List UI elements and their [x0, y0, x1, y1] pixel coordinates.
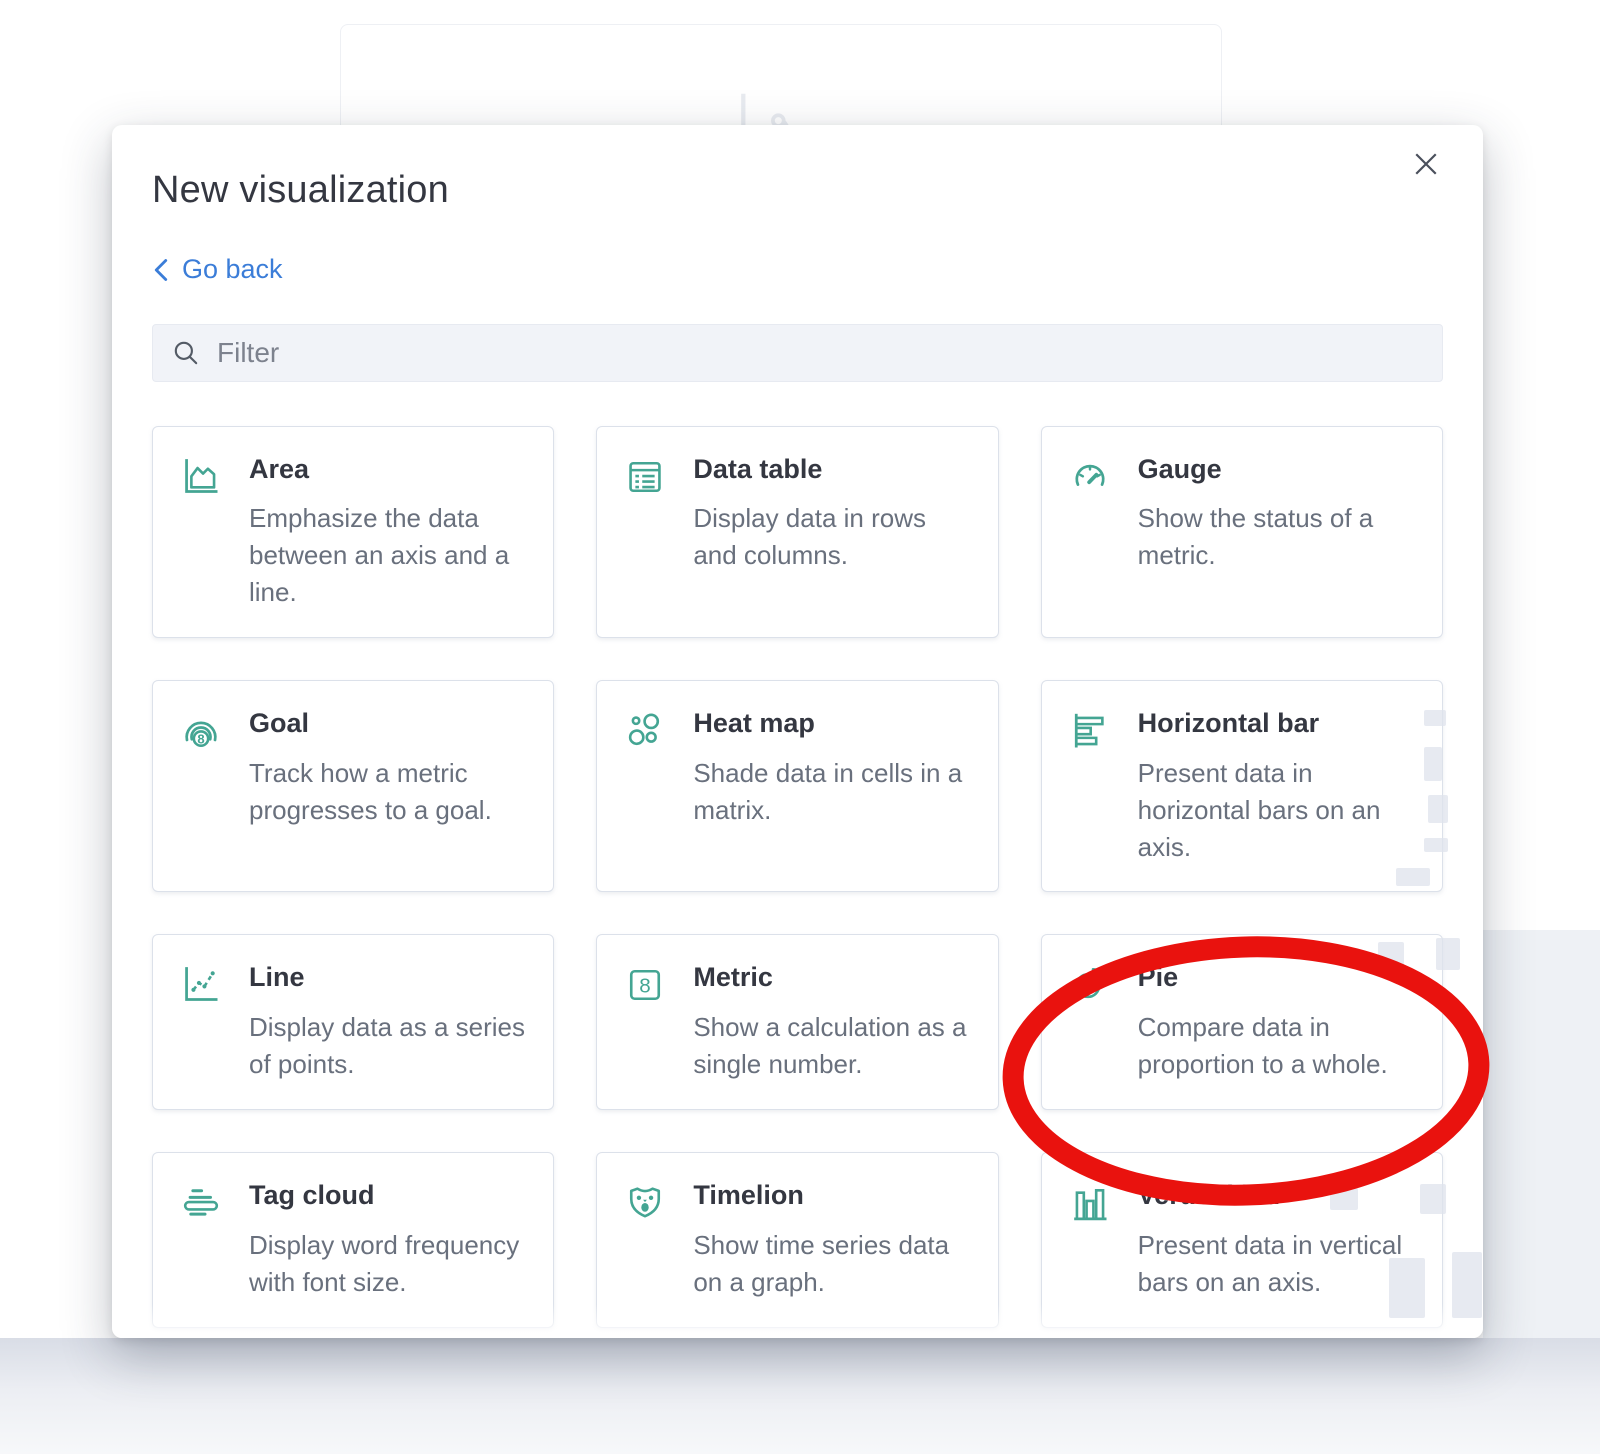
card-heat-map[interactable]: Heat map Shade data in cells in a matrix…	[596, 680, 998, 892]
go-back-link[interactable]: Go back	[152, 254, 283, 285]
card-description: Show a calculation as a single number.	[693, 1009, 973, 1083]
card-pie[interactable]: Pie Compare data in proportion to a whol…	[1041, 934, 1443, 1110]
card-title: Metric	[693, 961, 973, 995]
card-area[interactable]: Area Emphasize the data between an axis …	[152, 426, 554, 638]
pie-chart-icon	[1068, 961, 1114, 1007]
card-description: Show the status of a metric.	[1138, 500, 1418, 574]
card-data-table[interactable]: Data table Display data in rows and colu…	[596, 426, 998, 638]
card-description: Present data in horizontal bars on an ax…	[1138, 755, 1418, 866]
card-vertical-bar[interactable]: Vertical bar Present data in vertical ba…	[1041, 1152, 1443, 1328]
card-title: Gauge	[1138, 453, 1418, 487]
go-back-label: Go back	[182, 254, 283, 285]
line-chart-icon	[179, 961, 225, 1007]
card-description: Display data in rows and columns.	[693, 500, 973, 574]
area-chart-icon	[179, 453, 225, 499]
background-panel	[1483, 930, 1600, 1338]
card-description: Track how a metric progresses to a goal.	[249, 755, 529, 829]
timelion-icon	[623, 1179, 669, 1225]
card-description: Present data in vertical bars on an axis…	[1138, 1227, 1418, 1301]
tag-cloud-icon	[179, 1179, 225, 1225]
card-description: Show time series data on a graph.	[693, 1227, 973, 1301]
card-description: Display word frequency with font size.	[249, 1227, 529, 1301]
close-icon[interactable]	[1409, 147, 1443, 181]
chevron-left-icon	[152, 257, 170, 283]
horizontal-bar-icon	[1068, 707, 1114, 753]
vertical-bar-icon	[1068, 1179, 1114, 1225]
card-description: Emphasize the data between an axis and a…	[249, 500, 529, 611]
card-metric[interactable]: 8 Metric Show a calculation as a single …	[596, 934, 998, 1110]
card-title: Line	[249, 961, 529, 995]
card-title: Pie	[1138, 961, 1418, 995]
modal-title: New visualization	[152, 125, 1443, 212]
card-title: Area	[249, 453, 529, 487]
svg-text:8: 8	[197, 731, 204, 746]
card-title: Timelion	[693, 1179, 973, 1213]
card-tag-cloud[interactable]: Tag cloud Display word frequency with fo…	[152, 1152, 554, 1328]
card-title: Goal	[249, 707, 529, 741]
card-description: Shade data in cells in a matrix.	[693, 755, 973, 829]
card-timelion[interactable]: Timelion Show time series data on a grap…	[596, 1152, 998, 1328]
card-title: Horizontal bar	[1138, 707, 1418, 741]
card-horizontal-bar[interactable]: Horizontal bar Present data in horizonta…	[1041, 680, 1443, 892]
card-title: Data table	[693, 453, 973, 487]
goal-icon: 8	[179, 707, 225, 753]
svg-text:8: 8	[640, 975, 651, 998]
visualization-type-grid: Area Emphasize the data between an axis …	[152, 426, 1443, 1328]
card-title: Tag cloud	[249, 1179, 529, 1213]
card-description: Compare data in proportion to a whole.	[1138, 1009, 1418, 1083]
background-bottom-area	[0, 1338, 1600, 1454]
metric-icon: 8	[623, 961, 669, 1007]
heat-map-icon	[623, 707, 669, 753]
card-gauge[interactable]: Gauge Show the status of a metric.	[1041, 426, 1443, 638]
new-visualization-modal: New visualization Go back Area Emphasize…	[112, 125, 1483, 1338]
card-description: Display data as a series of points.	[249, 1009, 529, 1083]
card-goal[interactable]: 8 Goal Track how a metric progresses to …	[152, 680, 554, 892]
filter-field	[152, 324, 1443, 382]
data-table-icon	[623, 453, 669, 499]
search-icon	[171, 338, 201, 368]
card-line[interactable]: Line Display data as a series of points.	[152, 934, 554, 1110]
card-title: Vertical bar	[1138, 1179, 1418, 1213]
card-title: Heat map	[693, 707, 973, 741]
gauge-icon	[1068, 453, 1114, 499]
filter-input[interactable]	[215, 336, 1424, 370]
